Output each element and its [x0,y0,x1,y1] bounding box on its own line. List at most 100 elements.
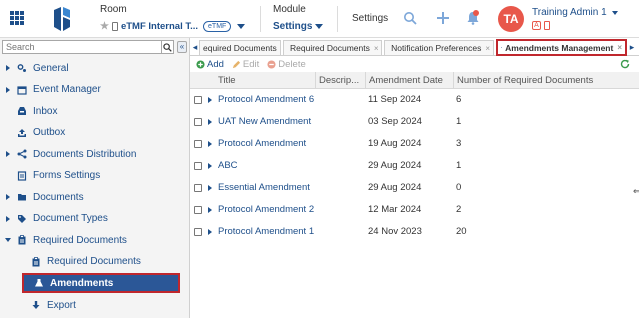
room-label: Room [100,4,127,15]
sidebar-item-required-documents[interactable]: Required Documents [0,252,190,272]
sidebar-item-export[interactable]: Export [0,295,190,315]
table-row[interactable]: Protocol Amendment 6 11 Sep 2024 6 [190,89,639,111]
table-row[interactable]: Protocol Amendment 19 Aug 2024 3 [190,133,639,155]
row-checkbox[interactable] [194,96,202,104]
star-icon[interactable]: ★ [100,21,109,32]
column-description[interactable]: Descrip... [315,72,365,89]
resize-handle-icon[interactable]: ⟺ [633,186,639,197]
avatar[interactable]: TA [498,6,524,32]
table-row[interactable]: Protocol Amendment 1 24 Nov 2023 20 [190,221,639,243]
share-icon [17,149,27,159]
flask-icon [501,47,503,48]
collapse-icon[interactable] [4,238,12,242]
delete-label: Delete [278,58,306,70]
mobile-icon [544,21,550,30]
download-icon [31,300,41,310]
tab-required-documents-1[interactable]: equired Documents × [199,40,281,55]
tab-label: Required Documents [290,43,370,53]
expand-row-icon[interactable] [208,163,212,169]
close-icon[interactable]: × [374,44,379,53]
folder-icon [17,192,27,202]
cell-title[interactable]: UAT New Amendment [215,111,315,133]
module-label: Module [273,4,306,15]
sidebar-item-general[interactable]: General [0,58,190,78]
cell-title[interactable]: Protocol Amendment [215,133,315,155]
row-checkbox[interactable] [194,228,202,236]
row-checkbox[interactable] [194,184,202,192]
expand-row-icon[interactable] [208,185,212,191]
search-button[interactable] [162,40,174,54]
divider [260,6,261,32]
expand-row-icon[interactable] [208,97,212,103]
tab-required-documents-2[interactable]: Required Documents × [283,40,382,55]
edit-label: Edit [242,58,260,70]
module-selector[interactable]: Module Settings [273,4,324,32]
sidebar-item-forms-settings[interactable]: Forms Settings [0,166,190,186]
room-value[interactable]: eTMF Internal T... [121,21,198,32]
search-input[interactable] [2,40,162,54]
tab-scroll-left-button[interactable]: ◂ [191,41,199,53]
sidebar-item-documents[interactable]: Documents [0,187,190,207]
column-number-required-documents[interactable]: Number of Required Documents [453,72,639,89]
plus-icon[interactable] [436,11,450,25]
table-row[interactable]: ABC 29 Aug 2024 1 [190,155,639,177]
expand-icon[interactable] [4,215,12,222]
sidebar-item-label: Forms Settings [33,170,101,181]
cell-required-documents-count: 20 [456,226,467,237]
user-menu[interactable]: Training Admin 1 A [532,7,619,30]
search-icon [163,42,172,52]
tab-amendments-management[interactable]: Amendments Management × [496,39,627,56]
row-checkbox[interactable] [194,162,202,170]
expand-icon[interactable] [4,65,12,71]
cell-title[interactable]: ABC [215,155,315,177]
edit-button[interactable]: Edit [232,59,259,70]
close-icon[interactable]: × [617,43,622,52]
cell-required-documents-count: 0 [456,182,462,193]
close-icon[interactable]: × [485,44,490,53]
user-name[interactable]: Training Admin 1 [532,7,607,18]
user-role-badge: A [532,21,541,30]
cell-title[interactable]: Essential Amendment [215,177,315,199]
chevron-down-icon[interactable] [315,24,324,29]
sidebar-item-event-manager[interactable]: Event Manager [0,80,190,100]
add-button[interactable]: Add [196,59,224,70]
column-title[interactable]: Title [215,72,315,89]
cell-title[interactable]: Protocol Amendment 6 [215,89,315,111]
apps-grid-icon[interactable] [10,11,24,25]
row-checkbox[interactable] [194,118,202,126]
room-selector[interactable]: Room ★ eTMF Internal T... eTMF [100,4,250,32]
module-value[interactable]: Settings [273,21,312,32]
tag-icon [17,214,27,224]
expand-icon[interactable] [4,86,12,93]
chevron-down-icon[interactable] [237,24,246,29]
sidebar-item-documents-distribution[interactable]: Documents Distribution [0,144,190,164]
logo-icon[interactable] [52,6,72,32]
column-amendment-date[interactable]: Amendment Date [365,72,453,89]
refresh-icon[interactable] [620,59,630,69]
row-checkbox[interactable] [194,140,202,148]
chevron-down-icon[interactable] [612,11,619,15]
expand-row-icon[interactable] [208,141,212,147]
sidebar-item-required-documents-group[interactable]: Required Documents [0,230,190,250]
expand-row-icon[interactable] [208,119,212,125]
delete-button[interactable]: Delete [267,58,306,70]
sidebar-item-document-types[interactable]: Document Types [0,209,190,229]
expand-row-icon[interactable] [208,207,212,213]
sidebar-item-amendments[interactable]: Amendments [22,273,180,293]
cell-title[interactable]: Protocol Amendment 2 [215,199,315,221]
row-checkbox[interactable] [194,206,202,214]
table-row[interactable]: UAT New Amendment 03 Sep 2024 1 [190,111,639,133]
table-row[interactable]: Essential Amendment 29 Aug 2024 0 [190,177,639,199]
collapse-sidebar-button[interactable]: « [177,41,187,53]
cell-title[interactable]: Protocol Amendment 1 [215,221,315,243]
search-icon[interactable] [403,11,417,25]
expand-icon[interactable] [4,151,12,157]
sidebar-item-inbox[interactable]: Inbox [0,101,190,121]
expand-row-icon[interactable] [208,229,212,235]
table-row[interactable]: Protocol Amendment 2 12 Mar 2024 2 [190,199,639,221]
sidebar-item-outbox[interactable]: Outbox [0,123,190,143]
tab-notification-preferences[interactable]: Notification Preferences × [384,40,494,55]
tab-scroll-right-button[interactable]: ▸ [628,41,636,53]
page-title: Settings [352,13,389,24]
expand-icon[interactable] [4,194,12,200]
